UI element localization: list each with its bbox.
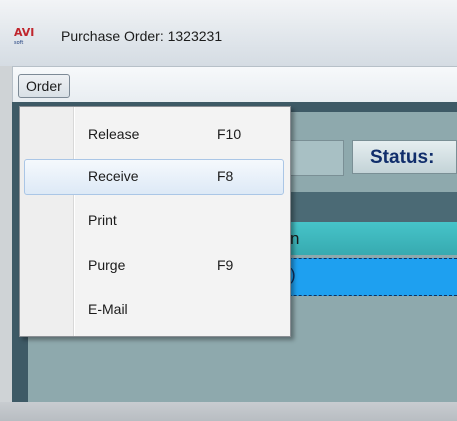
menu-bar: Order [12,66,457,103]
menu-item-shortcut: F10 [217,126,242,142]
menu-item-purge[interactable]: Purge F9 [24,248,284,284]
status-label: Status: [352,140,457,174]
app-logo-text: AVI [14,26,35,39]
grid-column-header-text: n [290,229,300,248]
menu-item-label: Receive [88,168,139,184]
menu-item-label: E-Mail [88,301,128,317]
menu-item-release[interactable]: Release F10 [24,117,284,153]
menu-order[interactable]: Order [18,74,70,98]
menu-item-label: Release [88,126,140,142]
menu-item-email[interactable]: E-Mail [24,292,284,328]
menu-item-shortcut: F9 [217,257,234,273]
app-logo-icon: AVI soft [14,26,42,48]
menu-item-label: Print [88,212,117,228]
window-bottom-edge [0,402,457,421]
app-logo-subtext: soft [14,40,24,46]
window-titlebar: AVI soft Purchase Order: 1323231 [0,0,457,66]
menu-item-shortcut: F8 [217,168,234,184]
menu-item-receive[interactable]: Receive F8 [24,159,284,195]
order-dropdown-menu: Release F10 Receive F8 Print Purge F9 E-… [19,106,291,337]
window-title: Purchase Order: 1323231 [61,28,223,44]
menu-item-print[interactable]: Print [24,203,284,239]
menu-item-label: Purge [88,257,126,273]
header-field[interactable] [285,140,344,176]
